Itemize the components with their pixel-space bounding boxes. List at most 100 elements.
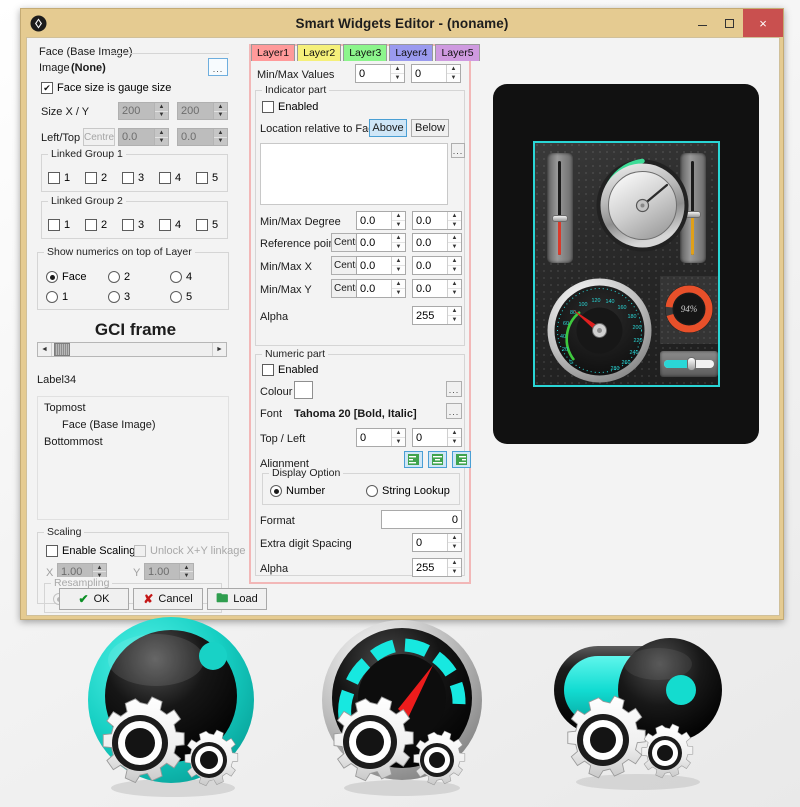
scale-y-spinner[interactable]: ▲ ▼ — [179, 564, 193, 579]
spinner[interactable]: ▲ ▼ — [447, 280, 461, 297]
minmax-x-min-input[interactable]: 0.0 ▲ ▼ — [356, 256, 406, 275]
minmax-y-min-input[interactable]: 0.0 ▲ ▼ — [356, 279, 406, 298]
scale-y-input[interactable]: 1.00 ▲ ▼ — [144, 563, 194, 580]
numerics-option-4[interactable]: 4 — [170, 271, 192, 283]
spinner[interactable]: ▲ ▼ — [391, 257, 405, 274]
colour-browse-button[interactable]: ... — [446, 381, 462, 397]
colour-swatch[interactable] — [294, 381, 313, 399]
hslider-knob[interactable] — [687, 357, 696, 371]
metal-rotary-knob[interactable] — [595, 158, 690, 253]
layer-order-list[interactable]: Topmost Face (Base Image) Bottommost — [37, 396, 229, 520]
align-left-icon[interactable] — [404, 451, 423, 468]
maximize-button[interactable] — [716, 9, 743, 37]
enable-scaling-checkbox[interactable]: Enable Scaling — [46, 545, 135, 557]
size-y-input[interactable]: 200 ▲ ▼ — [177, 102, 228, 120]
left-spinner[interactable]: ▲ ▼ — [154, 129, 168, 145]
minmax-degree-max-input[interactable]: 0.0 ▲ ▼ — [412, 211, 462, 230]
size-x-input[interactable]: 200 ▲ ▼ — [118, 102, 169, 120]
minmax-values-min-input[interactable]: 0 ▲ ▼ — [355, 64, 405, 83]
reference-point-y-input[interactable]: 0.0 ▲ ▼ — [412, 233, 462, 252]
location-above-button[interactable]: Above — [369, 119, 407, 137]
minmax-y-max-input[interactable]: 0.0 ▲ ▼ — [412, 279, 462, 298]
extra-digit-spacing-input[interactable]: 0 ▲ ▼ — [412, 533, 462, 552]
linked-group-1-item-1[interactable]: 1 — [48, 172, 70, 184]
tab-layer4[interactable]: Layer4 — [389, 44, 434, 61]
minmax-values-max-input[interactable]: 0 ▲ ▼ — [411, 64, 461, 83]
display-option-number[interactable]: Number — [270, 485, 325, 497]
location-below-button[interactable]: Below — [411, 119, 449, 137]
max-spinner[interactable]: ▲ ▼ — [446, 65, 460, 82]
linked-group-2-item-4[interactable]: 4 — [159, 219, 181, 231]
align-center-icon[interactable] — [428, 451, 447, 468]
linked-group-2-item-5[interactable]: 5 — [196, 219, 218, 231]
spinner[interactable]: ▲ ▼ — [447, 257, 461, 274]
numerics-option-1[interactable]: 1 — [46, 291, 68, 303]
horizontal-slider-widget[interactable] — [660, 351, 718, 377]
cancel-button[interactable]: ✘ Cancel — [133, 588, 203, 610]
numeric-alpha-input[interactable]: 255 ▲ ▼ — [412, 558, 462, 577]
linked-group-2-item-2[interactable]: 2 — [85, 219, 107, 231]
spinner[interactable]: ▲ ▼ — [391, 234, 405, 251]
linked-group-1-item-5[interactable]: 5 — [196, 172, 218, 184]
percent-ring-widget[interactable]: 94% — [660, 276, 718, 344]
spinner[interactable]: ▲ ▼ — [391, 212, 405, 229]
align-right-icon[interactable] — [452, 451, 471, 468]
slider-knob[interactable] — [552, 215, 568, 222]
tab-layer1[interactable]: Layer1 — [251, 44, 296, 61]
spinner[interactable]: ▲ ▼ — [447, 307, 461, 324]
indicator-enabled-checkbox[interactable]: Enabled — [262, 101, 318, 113]
speedometer-gauge[interactable]: 0 20 40 60 80 100 120 140 160 180 200 22… — [547, 278, 652, 383]
tab-layer2[interactable]: Layer2 — [297, 44, 342, 61]
numerics-option-5[interactable]: 5 — [170, 291, 192, 303]
reference-point-x-input[interactable]: 0.0 ▲ ▼ — [356, 233, 406, 252]
linked-group-1-item-4[interactable]: 4 — [159, 172, 181, 184]
minmax-x-max-input[interactable]: 0.0 ▲ ▼ — [412, 256, 462, 275]
load-button[interactable]: 🖿 Load — [207, 588, 267, 610]
left-input[interactable]: 0.0 ▲ ▼ — [118, 128, 169, 146]
linked-group-1-item-3[interactable]: 3 — [122, 172, 144, 184]
linked-group-1-item-2[interactable]: 2 — [85, 172, 107, 184]
spinner[interactable]: ▲ ▼ — [447, 234, 461, 251]
tab-layer3[interactable]: Layer3 — [343, 44, 388, 61]
numeric-enabled-checkbox[interactable]: Enabled — [262, 364, 318, 376]
tab-layer5[interactable]: Layer5 — [435, 44, 480, 61]
numerics-option-2[interactable]: 2 — [108, 271, 130, 283]
scrollbar-thumb[interactable] — [54, 343, 70, 356]
spinner[interactable]: ▲ ▼ — [447, 212, 461, 229]
top-input[interactable]: 0.0 ▲ ▼ — [177, 128, 228, 146]
title-bar[interactable]: Smart Widgets Editor - (noname) × — [21, 9, 783, 37]
lefttop-centre-button[interactable]: Centre — [83, 128, 115, 146]
format-input[interactable]: 0 — [381, 510, 462, 529]
scrollbar-track[interactable] — [52, 343, 212, 356]
linked-group-2-item-1[interactable]: 1 — [48, 219, 70, 231]
numeric-left-input[interactable]: 0 ▲ ▼ — [412, 428, 462, 447]
numerics-option-3[interactable]: 3 — [108, 291, 130, 303]
spinner[interactable]: ▲ ▼ — [447, 534, 461, 551]
numeric-top-input[interactable]: 0 ▲ ▼ — [356, 428, 406, 447]
indicator-image-list[interactable] — [260, 143, 448, 205]
min-spinner[interactable]: ▲ ▼ — [390, 65, 404, 82]
face-size-is-gauge-size-checkbox[interactable]: ✔ Face size is gauge size — [41, 82, 171, 94]
spinner[interactable]: ▲ ▼ — [391, 280, 405, 297]
display-option-string-lookup[interactable]: String Lookup — [366, 485, 450, 497]
zorder-list-item-face[interactable]: Face (Base Image) — [62, 419, 156, 431]
gci-frame-scrollbar[interactable]: ◄ ► — [37, 342, 227, 357]
unlock-xy-linkage-checkbox[interactable]: Unlock X+Y linkage — [134, 545, 246, 557]
ok-button[interactable]: ✔ OK — [59, 588, 129, 610]
minimize-button[interactable] — [689, 9, 716, 37]
font-browse-button[interactable]: ... — [446, 403, 462, 419]
device-screen[interactable]: 0 20 40 60 80 100 120 140 160 180 200 22… — [533, 141, 720, 387]
size-x-spinner[interactable]: ▲ ▼ — [154, 103, 168, 119]
image-browse-button[interactable]: ... — [208, 58, 228, 76]
spinner[interactable]: ▲ ▼ — [447, 559, 461, 576]
numerics-option-face[interactable]: Face — [46, 271, 86, 283]
minmax-degree-min-input[interactable]: 0.0 ▲ ▼ — [356, 211, 406, 230]
linked-group-2-item-3[interactable]: 3 — [122, 219, 144, 231]
scroll-right-icon[interactable]: ► — [212, 343, 226, 356]
scroll-left-icon[interactable]: ◄ — [38, 343, 52, 356]
widget-preview[interactable]: 0 20 40 60 80 100 120 140 160 180 200 22… — [493, 84, 759, 444]
size-y-spinner[interactable]: ▲ ▼ — [213, 103, 227, 119]
close-button[interactable]: × — [743, 9, 783, 37]
spinner[interactable]: ▲ ▼ — [447, 429, 461, 446]
left-vertical-slider[interactable] — [547, 153, 573, 263]
